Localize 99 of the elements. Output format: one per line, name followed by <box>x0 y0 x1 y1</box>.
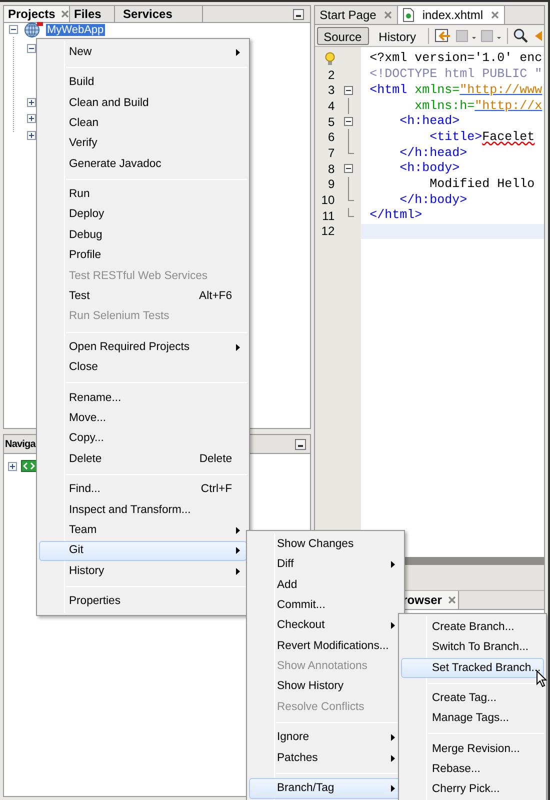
menu-item[interactable]: Cherry Pick... <box>401 780 544 800</box>
menu-item[interactable]: Show History <box>249 676 402 698</box>
menu-item[interactable]: Generate Javadoc <box>39 154 247 174</box>
menu-item[interactable]: Build <box>39 72 247 93</box>
submenu-arrow-icon <box>391 622 395 630</box>
menu-item[interactable]: Move... <box>39 408 247 429</box>
line-number: 6 <box>328 129 335 146</box>
line-number: 3 <box>328 82 335 100</box>
menu-item[interactable]: Rename... <box>39 388 247 408</box>
code-line: <title>Facelet <box>428 128 535 146</box>
line-number: 2 <box>328 66 335 84</box>
menu-item[interactable]: Inspect and Transform... <box>39 500 247 520</box>
menu-item[interactable]: Profile <box>39 246 247 266</box>
menu-item[interactable]: Switch To Branch... <box>401 637 544 658</box>
close-icon[interactable] <box>491 11 500 19</box>
menu-item[interactable]: Deploy <box>39 204 247 226</box>
tree-node-label[interactable]: MyWebApp <box>46 24 105 36</box>
expand-icon[interactable] <box>27 130 36 140</box>
submenu-arrow-icon <box>391 784 395 792</box>
minimize-icon[interactable] <box>292 8 304 20</box>
submenu-arrow-icon <box>236 547 240 554</box>
line-number: 10 <box>321 192 335 210</box>
menu-item[interactable]: Checkout <box>249 616 402 636</box>
code-line: <!DOCTYPE html PUBLIC " <box>370 66 542 84</box>
search-icon[interactable] <box>513 28 529 44</box>
expand-icon[interactable] <box>8 462 17 470</box>
lightbulb-icon[interactable] <box>324 52 335 66</box>
menu-item[interactable]: Manage Tags... <box>401 708 544 729</box>
line-number: 8 <box>328 160 335 178</box>
menu-item[interactable]: Run <box>39 184 247 205</box>
menu-item[interactable]: Team <box>39 520 247 541</box>
close-icon[interactable] <box>448 596 456 604</box>
navigate-back-icon[interactable] <box>434 28 452 44</box>
view-toggle-button[interactable]: Source <box>316 26 369 44</box>
collapse-icon[interactable] <box>9 25 18 34</box>
code-line: </h:head> <box>398 144 468 162</box>
menu-item[interactable]: Git <box>39 540 247 561</box>
code-line: Modified Hello <box>428 176 535 193</box>
expand-icon[interactable] <box>27 98 36 107</box>
line-number: 4 <box>328 98 335 115</box>
menu-item[interactable]: Verify <box>39 134 247 154</box>
submenu-arrow-icon <box>236 526 240 534</box>
code-line: <html xmlns="http://www <box>370 82 542 99</box>
menu-item[interactable]: Debug <box>39 225 247 246</box>
menu-item[interactable]: Patches <box>249 748 402 768</box>
submenu-arrow-icon <box>391 561 395 568</box>
submenu-arrow-icon <box>236 48 240 56</box>
code-line: <h:head> <box>398 113 460 130</box>
menu-item[interactable]: Set Tracked Branch... <box>401 658 544 678</box>
menu-item[interactable]: Add <box>249 574 402 596</box>
expand-icon[interactable] <box>27 114 36 124</box>
panel-tab[interactable]: Projects <box>4 6 70 22</box>
globe-icon <box>24 22 44 38</box>
menu-item[interactable]: Revert Modifications... <box>249 636 402 656</box>
fold-icon[interactable] <box>344 164 354 174</box>
file-icon <box>403 8 414 22</box>
menu-item[interactable]: Ignore <box>249 728 402 748</box>
menu-item[interactable]: Merge Revision... <box>401 738 544 760</box>
close-icon[interactable] <box>61 10 70 18</box>
minimize-icon[interactable] <box>294 438 306 450</box>
code-line: </html> <box>370 207 422 224</box>
submenu-arrow-icon <box>391 734 395 742</box>
collapse-icon[interactable] <box>27 44 36 53</box>
menu-item[interactable]: Clean and Build <box>39 92 247 114</box>
submenu-arrow-icon <box>236 344 240 351</box>
submenu-arrow-icon <box>236 568 240 575</box>
fold-icon[interactable] <box>344 117 354 126</box>
menu-item[interactable]: Diff <box>249 554 402 575</box>
menu-item[interactable]: Copy... <box>39 428 247 450</box>
menu-item[interactable]: Delete Delete <box>39 449 247 470</box>
menu-item[interactable]: Properties <box>39 591 247 612</box>
code-line: xmlns:h="http://x <box>414 98 542 115</box>
line-number: 12 <box>321 223 335 240</box>
code-line: </h:body> <box>398 192 468 209</box>
line-number: 5 <box>328 114 335 131</box>
line-number: 9 <box>328 176 335 194</box>
menu-item[interactable]: Find... Ctrl+F <box>39 479 247 500</box>
menu-item[interactable]: Open Required Projects <box>39 337 247 358</box>
menu-item[interactable]: Rebase... <box>401 759 544 780</box>
menu-item[interactable]: Show Changes <box>249 534 402 554</box>
code-line: <?xml version='1.0' enc <box>370 50 542 68</box>
code-line: <h:body> <box>398 160 460 178</box>
menu-item[interactable]: Clean <box>39 113 247 134</box>
menu-item[interactable]: Create Branch... <box>401 617 544 638</box>
menu-item[interactable]: Commit... <box>249 595 402 616</box>
line-number: 7 <box>328 144 335 162</box>
xml-element-icon <box>21 460 37 472</box>
close-icon[interactable] <box>384 11 392 19</box>
panel-title: Naviga <box>5 438 36 452</box>
menu-item[interactable]: New <box>39 42 247 62</box>
menu-item[interactable]: Test Alt+F6 <box>39 286 247 307</box>
menu-item[interactable]: Create Tag... <box>401 688 544 709</box>
editor-tab[interactable]: index.xhtml <box>398 6 506 24</box>
line-number: 11 <box>322 208 335 225</box>
menu-item[interactable]: History <box>39 560 247 582</box>
view-toggle-button[interactable]: History <box>372 26 423 44</box>
menu-item[interactable]: Close <box>39 357 247 378</box>
fold-icon[interactable] <box>344 86 354 95</box>
submenu-arrow-icon <box>391 754 395 762</box>
